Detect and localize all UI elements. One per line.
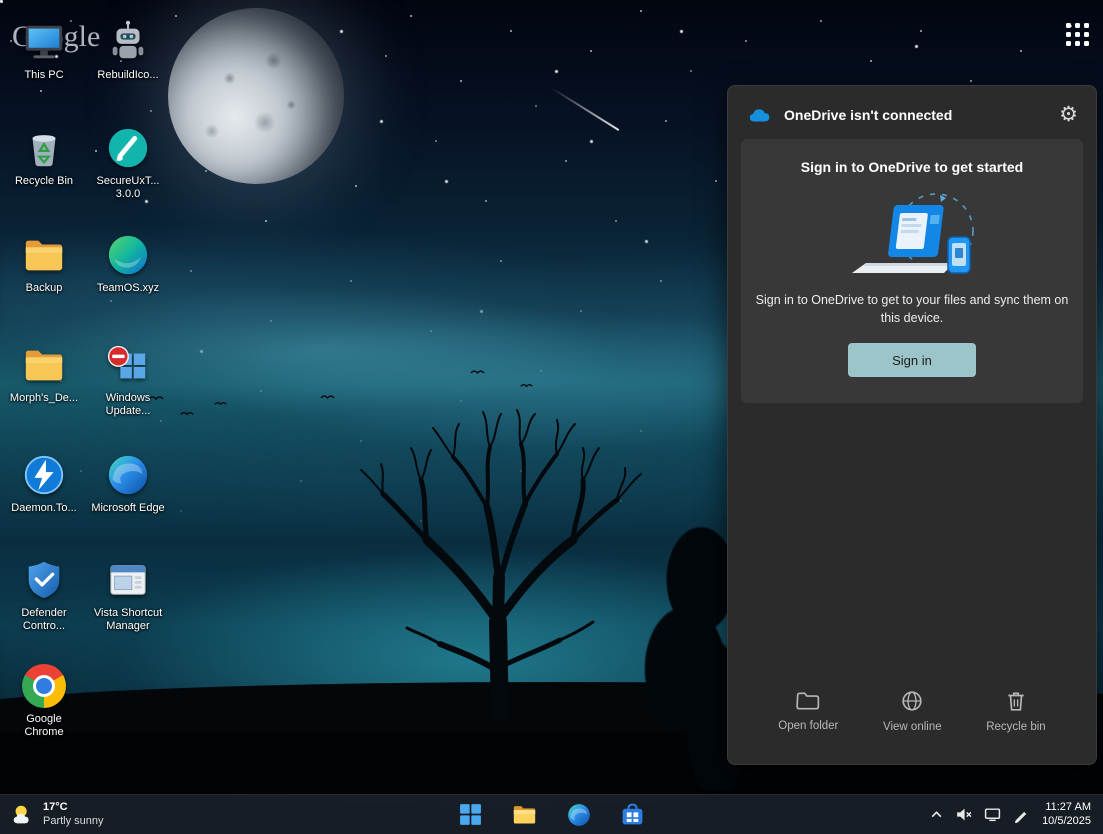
weather-condition: Partly sunny — [43, 815, 104, 829]
open-folder-button[interactable]: Open folder — [778, 691, 838, 732]
desktop-icon-label: TeamOS.xyz — [97, 282, 159, 295]
desktop-icon-label: Recycle Bin — [15, 175, 73, 188]
trash-icon — [1006, 690, 1026, 712]
file-explorer-button[interactable] — [505, 798, 545, 832]
desktop-icon-label: Windows Update... — [91, 392, 165, 418]
onedrive-title: OneDrive isn't connected — [784, 107, 952, 123]
onedrive-cloud-icon — [748, 106, 774, 123]
desktop-icon-google-chrome[interactable]: Google Chrome — [2, 662, 86, 739]
file-explorer-icon — [511, 801, 538, 828]
desktop-icon-label: Defender Contro... — [7, 607, 81, 633]
desktop-icon-label: RebuildIco... — [97, 69, 158, 82]
onedrive-illustration — [832, 189, 992, 285]
edge-icon — [104, 451, 152, 499]
desktop-icon-defender-control[interactable]: Defender Contro... — [2, 556, 86, 633]
partly-sunny-icon — [10, 802, 36, 828]
bird-silhouette — [214, 400, 227, 407]
desktop-icon-label: Daemon.To... — [11, 502, 76, 515]
blocked-update-icon — [104, 341, 152, 389]
desktop-icon-recycle-bin[interactable]: Recycle Bin — [2, 124, 86, 188]
clock-time: 11:27 AM — [1042, 801, 1091, 815]
desktop-icon-label: Google Chrome — [7, 713, 81, 739]
edge-taskbar-button[interactable] — [559, 798, 599, 832]
open-folder-icon — [796, 691, 820, 711]
desktop-icon-windows-update-blocker[interactable]: Windows Update... — [86, 341, 170, 418]
weather-widget[interactable]: 17°C Partly sunny — [0, 795, 114, 834]
shield-icon — [20, 556, 68, 604]
clock-date: 10/5/2025 — [1042, 815, 1091, 829]
footer-action-label: Recycle bin — [986, 721, 1045, 733]
tray-chevron-icon[interactable] — [930, 808, 943, 821]
system-tray: 11:27 AM 10/5/2025 — [930, 801, 1103, 829]
desktop-icon-morphs-folder[interactable]: Morph's_De... — [2, 341, 86, 405]
recycle-bin-button[interactable]: Recycle bin — [986, 690, 1045, 733]
signin-card-body: Sign in to OneDrive to get to your files… — [755, 291, 1069, 327]
theme-brush-icon — [104, 124, 152, 172]
taskbar-center-icons — [451, 798, 653, 832]
edge-icon — [566, 802, 592, 828]
desktop-icon-this-pc[interactable]: This PC — [2, 18, 86, 82]
settings-icon[interactable]: ⚙ — [1059, 104, 1078, 125]
tray-pen-icon[interactable] — [1013, 806, 1030, 823]
tray-volume-muted-icon[interactable] — [955, 806, 972, 823]
desktop-icon-label: SecureUxT... 3.0.0 — [91, 175, 165, 201]
tray-display-icon[interactable] — [984, 806, 1001, 823]
tree-silhouette — [335, 372, 665, 720]
windows-logo-icon — [458, 802, 483, 827]
desktop-grid-icon[interactable] — [1066, 23, 1089, 46]
start-button[interactable] — [451, 798, 491, 832]
view-online-button[interactable]: View online — [883, 690, 942, 733]
globe-icon — [901, 690, 923, 712]
this-pc-icon — [20, 18, 68, 66]
microsoft-store-icon — [620, 802, 645, 827]
desktop-icon-label: Vista Shortcut Manager — [91, 607, 165, 633]
desktop-icon-label: This PC — [24, 69, 63, 82]
chrome-icon — [20, 662, 68, 710]
desktop-icon-vista-shortcut-manager[interactable]: Vista Shortcut Manager — [86, 556, 170, 633]
onedrive-flyout: OneDrive isn't connected ⚙ Sign in to On… — [727, 85, 1097, 765]
lightning-icon — [20, 451, 68, 499]
taskbar-clock[interactable]: 11:27 AM 10/5/2025 — [1042, 801, 1091, 829]
folder-icon — [20, 341, 68, 389]
footer-action-label: Open folder — [778, 720, 838, 732]
desktop-icon-label: Backup — [26, 282, 63, 295]
desktop-icon-label: Microsoft Edge — [91, 502, 164, 515]
signin-card-heading: Sign in to OneDrive to get started — [755, 159, 1069, 175]
desktop-icon-microsoft-edge[interactable]: Microsoft Edge — [86, 451, 170, 515]
desktop: Google — [0, 0, 1103, 834]
robot-icon — [104, 18, 152, 66]
taskbar: 17°C Partly sunny — [0, 794, 1103, 834]
desktop-icon-rebuildicons[interactable]: RebuildIco... — [86, 18, 170, 82]
folder-icon — [20, 231, 68, 279]
sign-in-button[interactable]: Sign in — [848, 343, 976, 377]
recycle-bin-icon — [20, 124, 68, 172]
onedrive-header: OneDrive isn't connected ⚙ — [728, 86, 1096, 139]
desktop-icon-backup-folder[interactable]: Backup — [2, 231, 86, 295]
weather-temperature: 17°C — [43, 801, 104, 815]
microsoft-store-button[interactable] — [613, 798, 653, 832]
desktop-icon-secureuxtheme[interactable]: SecureUxT... 3.0.0 — [86, 124, 170, 201]
desktop-icon-label: Morph's_De... — [10, 392, 78, 405]
desktop-icon-daemon-tools[interactable]: Daemon.To... — [2, 451, 86, 515]
bird-silhouette — [320, 393, 335, 401]
window-icon — [104, 556, 152, 604]
teamos-icon — [104, 231, 152, 279]
footer-action-label: View online — [883, 721, 942, 733]
desktop-icon-teamos[interactable]: TeamOS.xyz — [86, 231, 170, 295]
bird-silhouette — [180, 410, 194, 417]
onedrive-footer: Open folder View online Recycle bin — [728, 668, 1096, 764]
onedrive-signin-card: Sign in to OneDrive to get started Sign … — [741, 139, 1083, 403]
